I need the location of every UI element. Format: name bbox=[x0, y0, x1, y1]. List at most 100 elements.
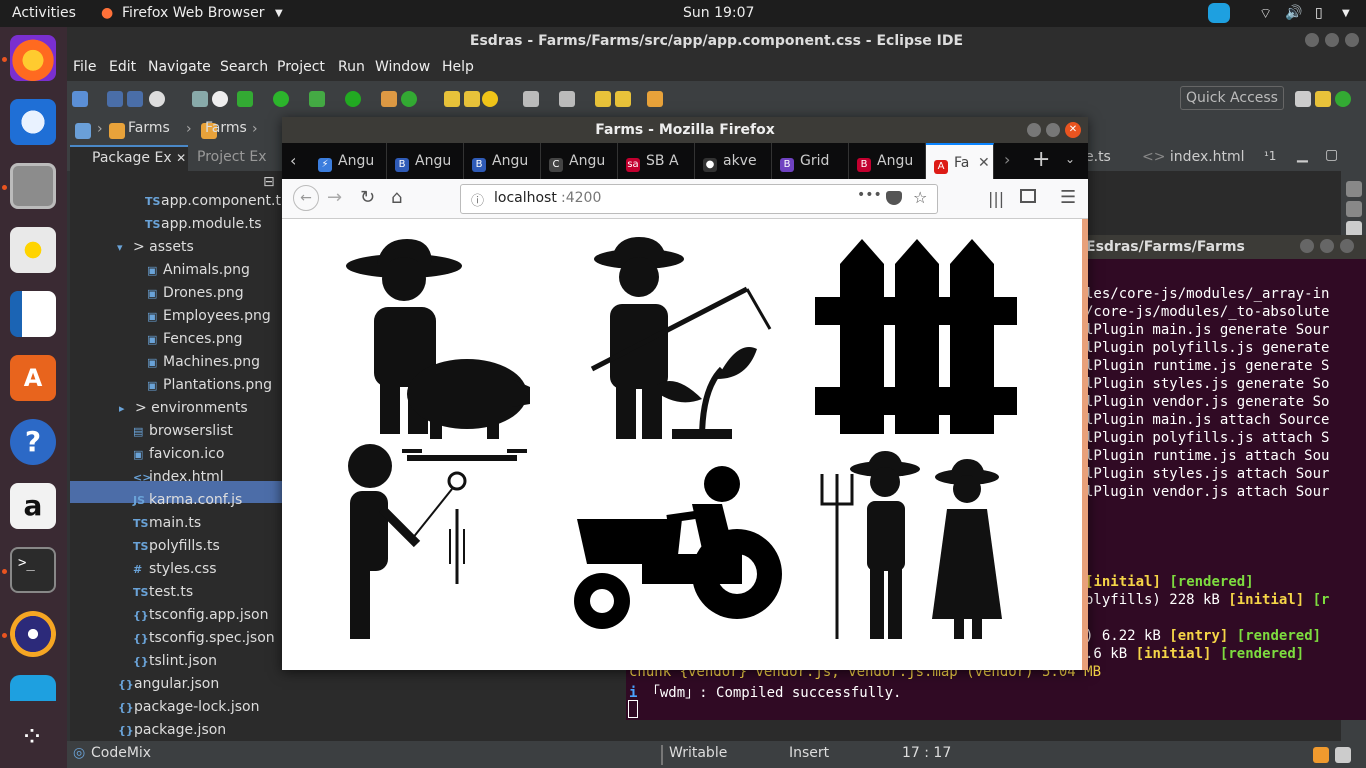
help-launcher-icon[interactable]: ? bbox=[10, 419, 56, 465]
tasks-icon[interactable] bbox=[1346, 201, 1362, 217]
forward-icon[interactable]: → bbox=[327, 187, 342, 208]
tree-item[interactable]: ▣ Plantations.png bbox=[147, 374, 272, 396]
clock[interactable]: Sun 19:07 bbox=[683, 5, 754, 21]
notifications-icon[interactable] bbox=[1335, 747, 1351, 763]
workspace-icon[interactable] bbox=[75, 123, 91, 139]
home-icon[interactable]: ⌂ bbox=[391, 187, 402, 208]
breadcrumb-item[interactable]: Farms bbox=[128, 120, 170, 136]
ff-tab[interactable]: C Angu bbox=[541, 143, 618, 179]
terminal-launcher-icon[interactable]: >_ bbox=[10, 547, 56, 593]
tab-index-html[interactable]: <> index.html bbox=[1142, 149, 1245, 165]
wifi-icon[interactable]: ⌔ bbox=[1259, 5, 1272, 23]
tree-item[interactable]: # styles.css bbox=[133, 558, 217, 580]
search-icon[interactable] bbox=[482, 91, 498, 107]
software-center-icon[interactable]: A bbox=[10, 355, 56, 401]
ff-minimize-icon[interactable] bbox=[1027, 123, 1041, 137]
list-tabs-icon[interactable]: ⌄ bbox=[1065, 152, 1075, 166]
plantations-image[interactable] bbox=[590, 237, 772, 440]
outline-icon[interactable] bbox=[1346, 181, 1362, 197]
new-icon[interactable] bbox=[72, 91, 88, 107]
reload-icon[interactable]: ↻ bbox=[360, 187, 375, 208]
app-menu[interactable]: Firefox Web Browser bbox=[122, 5, 265, 21]
back-icon[interactable] bbox=[615, 91, 631, 107]
tree-item[interactable]: JS karma.conf.js bbox=[133, 489, 242, 511]
tree-item[interactable]: TSpolyfills.ts bbox=[133, 535, 220, 557]
sidebar-icon[interactable] bbox=[1020, 189, 1036, 203]
rhythmbox-launcher-icon[interactable] bbox=[10, 227, 56, 273]
tab-project-explorer[interactable]: Project Ex bbox=[197, 149, 266, 165]
tab-ts-file[interactable]: e.ts bbox=[1085, 149, 1111, 165]
codemix-label[interactable]: CodeMix bbox=[91, 745, 151, 761]
run-icon[interactable] bbox=[273, 91, 289, 107]
minimize-icon[interactable] bbox=[1305, 33, 1319, 47]
insert-mode[interactable]: Insert bbox=[789, 745, 829, 761]
tree-item[interactable]: ▣ favicon.ico bbox=[133, 443, 224, 465]
hamburger-menu-icon[interactable]: ☰ bbox=[1060, 187, 1076, 208]
toggle-icon[interactable] bbox=[192, 91, 208, 107]
tree-item[interactable]: ▤ browserslist bbox=[133, 420, 233, 442]
prev-annotation-icon[interactable] bbox=[595, 91, 611, 107]
menu-file[interactable]: File bbox=[73, 59, 96, 75]
tree-item[interactable]: ▸ > environments bbox=[119, 397, 248, 419]
menu-navigate[interactable]: Navigate bbox=[148, 59, 211, 75]
ff-tab[interactable]: sa SB A bbox=[618, 143, 695, 179]
new-tab-icon[interactable]: + bbox=[1032, 147, 1050, 172]
tree-item[interactable]: TSapp.component.t bbox=[145, 190, 281, 212]
drones-image[interactable] bbox=[348, 444, 527, 639]
battery-icon[interactable]: ▯ bbox=[1315, 5, 1323, 21]
page-scrollbar[interactable] bbox=[1082, 219, 1088, 670]
employees-image[interactable] bbox=[820, 451, 1002, 639]
firefox-launcher-icon[interactable] bbox=[10, 35, 56, 81]
collapse-all-icon[interactable]: ⊟ bbox=[263, 174, 275, 190]
java-perspective-icon[interactable] bbox=[1315, 91, 1331, 107]
tree-item[interactable]: {}tsconfig.app.json bbox=[133, 604, 269, 626]
save-all-icon[interactable] bbox=[127, 91, 143, 107]
tree-item[interactable]: {}package.json bbox=[118, 719, 226, 741]
skype-tray-icon[interactable] bbox=[1208, 3, 1230, 23]
run-config-icon[interactable] bbox=[309, 91, 325, 107]
library-icon[interactable]: ||| bbox=[988, 189, 1004, 208]
ff-tab[interactable]: B Angu bbox=[387, 143, 464, 179]
external-tools-icon[interactable] bbox=[345, 91, 361, 107]
site-info-icon[interactable]: ⓘ bbox=[471, 190, 484, 209]
menu-window[interactable]: Window bbox=[375, 59, 430, 75]
open-task-icon[interactable] bbox=[464, 91, 480, 107]
open-perspective-icon[interactable] bbox=[1295, 91, 1311, 107]
tree-item[interactable]: ▾ > assets bbox=[117, 236, 194, 258]
menu-help[interactable]: Help bbox=[442, 59, 474, 75]
tree-item[interactable]: TStest.ts bbox=[133, 581, 193, 603]
eclipse-launcher-icon[interactable] bbox=[10, 611, 56, 657]
rss-icon[interactable] bbox=[1313, 747, 1329, 763]
tree-item[interactable]: {}package-lock.json bbox=[118, 696, 260, 718]
machines-image[interactable] bbox=[574, 466, 782, 629]
tree-item[interactable]: {}tsconfig.spec.json bbox=[133, 627, 275, 649]
tab-close-icon[interactable]: ✕ bbox=[978, 145, 990, 179]
quick-access-field[interactable]: Quick Access bbox=[1180, 86, 1284, 110]
tree-item[interactable]: {}tslint.json bbox=[133, 650, 217, 672]
tab-scroll-left-icon[interactable]: ‹ bbox=[290, 151, 296, 170]
maximize-icon[interactable] bbox=[1325, 33, 1339, 47]
ff-tab[interactable]: ⚡ Angu bbox=[310, 143, 387, 179]
skype-launcher-icon[interactable] bbox=[10, 675, 56, 701]
tab-package-explorer[interactable]: Package Ex ✕ bbox=[70, 145, 188, 171]
terminal-maximize-icon[interactable] bbox=[1320, 239, 1334, 253]
tab-overflow[interactable]: ¹1 bbox=[1264, 149, 1276, 163]
breadcrumb-item[interactable]: Farms bbox=[205, 120, 247, 136]
activities-button[interactable]: Activities bbox=[12, 5, 76, 21]
pocket-icon[interactable] bbox=[886, 191, 902, 205]
pin-icon[interactable] bbox=[559, 91, 575, 107]
ff-maximize-icon[interactable] bbox=[1046, 123, 1060, 137]
new-java-icon[interactable] bbox=[381, 91, 397, 107]
ff-tab[interactable]: B Grid bbox=[772, 143, 849, 179]
menu-run[interactable]: Run bbox=[338, 59, 365, 75]
fences-image[interactable] bbox=[815, 239, 1017, 434]
volume-icon[interactable]: 🔊 bbox=[1285, 5, 1302, 21]
menu-search[interactable]: Search bbox=[220, 59, 268, 75]
annotation-icon[interactable] bbox=[523, 91, 539, 107]
profile-icon[interactable] bbox=[149, 91, 165, 107]
tab-scroll-right-icon[interactable]: › bbox=[1004, 150, 1010, 169]
system-menu-icon[interactable]: ▼ bbox=[1342, 8, 1350, 19]
new-class-icon[interactable] bbox=[401, 91, 417, 107]
amazon-launcher-icon[interactable]: a bbox=[10, 483, 56, 529]
menu-edit[interactable]: Edit bbox=[109, 59, 136, 75]
